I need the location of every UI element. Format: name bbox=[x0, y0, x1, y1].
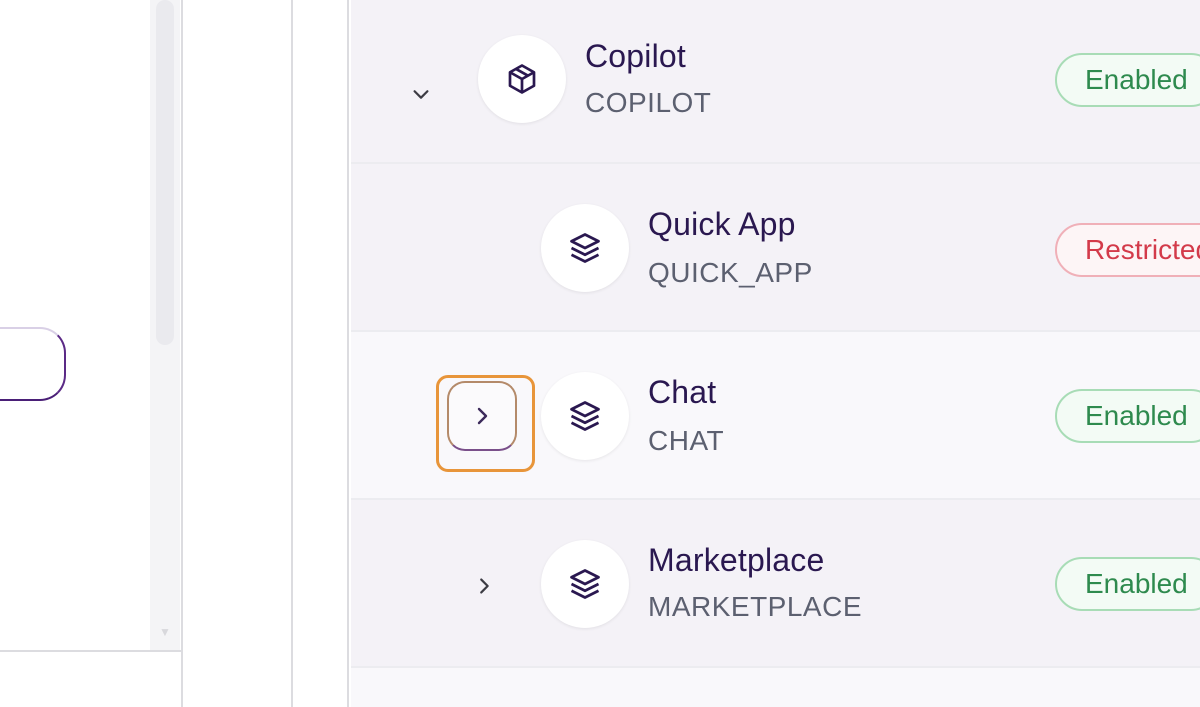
status-badge: Enabled bbox=[1055, 557, 1200, 611]
table-row[interactable]: Quick App QUICK_APP Restricted bbox=[351, 164, 1200, 332]
column-divider bbox=[293, 0, 349, 707]
module-name: Chat bbox=[648, 374, 717, 410]
status-badge: Enabled bbox=[1055, 53, 1200, 107]
chevron-right-icon[interactable] bbox=[466, 568, 502, 604]
package-icon bbox=[478, 35, 566, 123]
module-code: MARKETPLACE bbox=[648, 591, 862, 622]
status-badge: Enabled bbox=[1055, 389, 1200, 443]
module-name: Copilot bbox=[585, 38, 687, 74]
module-code: CHAT bbox=[648, 425, 725, 456]
expand-row-button[interactable] bbox=[447, 381, 517, 451]
status-badge: Restricted bbox=[1055, 223, 1200, 277]
left-panel-button[interactable] bbox=[0, 327, 66, 401]
table-row[interactable]: Marketplace MARKETPLACE Enabled bbox=[351, 500, 1200, 668]
chevron-down-icon[interactable] bbox=[403, 76, 439, 112]
module-name: Marketplace bbox=[648, 542, 825, 578]
module-name: Quick App bbox=[648, 206, 796, 242]
chevron-right-icon bbox=[477, 407, 488, 425]
module-code: QUICK_APP bbox=[648, 257, 813, 288]
module-code: COPILOT bbox=[585, 87, 712, 118]
layers-icon bbox=[541, 372, 629, 460]
scroll-down-icon[interactable]: ▼ bbox=[157, 626, 173, 638]
table-row[interactable]: Copilot COPILOT Enabled bbox=[351, 0, 1200, 164]
layers-icon bbox=[541, 540, 629, 628]
left-panel: ▼ bbox=[0, 0, 183, 707]
left-scrollbar-thumb[interactable] bbox=[156, 0, 174, 345]
module-table: Copilot COPILOT Enabled Quick App QUICK_… bbox=[351, 0, 1200, 707]
column-divider bbox=[183, 0, 293, 707]
divider bbox=[0, 650, 183, 652]
layers-icon bbox=[541, 204, 629, 292]
